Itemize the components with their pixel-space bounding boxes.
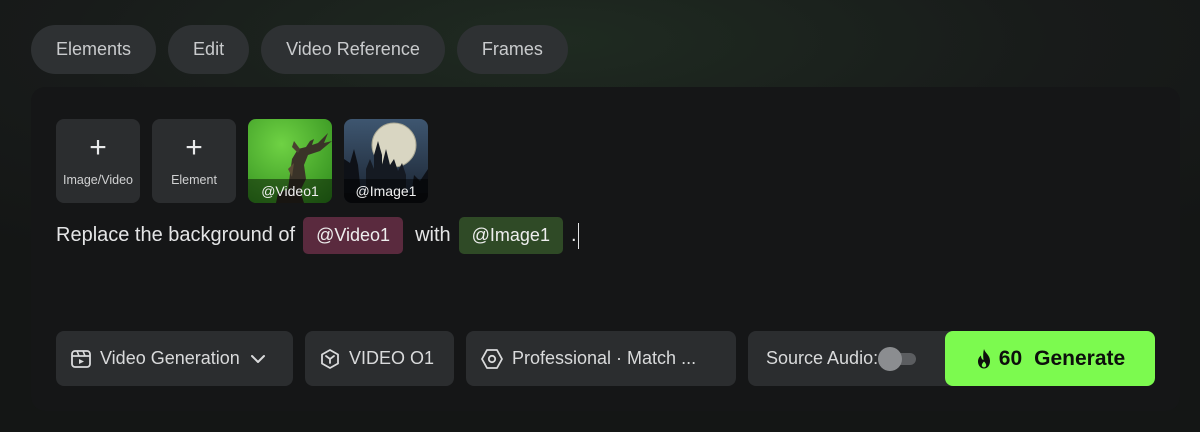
- add-image-video-button[interactable]: + Image/Video: [56, 119, 140, 203]
- prompt-input[interactable]: Replace the background of @Video1 with @…: [56, 217, 580, 254]
- tab-video-reference[interactable]: Video Reference: [261, 25, 445, 74]
- model-select[interactable]: VIDEO O1: [305, 331, 454, 386]
- tab-frames[interactable]: Frames: [456, 25, 568, 74]
- text-caret: [577, 222, 580, 249]
- hexagon-settings-icon: [480, 348, 504, 370]
- credit-cost: 60: [998, 346, 1023, 370]
- video-clip-icon: [70, 348, 92, 370]
- media-tag: @Video1: [248, 179, 332, 203]
- tab-edit[interactable]: Edit: [168, 25, 250, 74]
- video-reference-chip[interactable]: @Video1: [303, 217, 404, 254]
- source-audio-label: Source Audio:: [766, 348, 879, 368]
- plus-icon: +: [89, 131, 107, 164]
- add-element-label: Element: [171, 173, 217, 187]
- add-element-button[interactable]: + Element: [152, 119, 236, 203]
- prompt-text: .: [570, 224, 577, 246]
- generation-toolbar: Video Generation VIDEO O1 Professional ·…: [56, 331, 958, 386]
- quality-select-label: Professional · Match ...: [512, 348, 697, 368]
- tab-elements[interactable]: Elements: [31, 25, 157, 74]
- flame-icon: [975, 348, 993, 370]
- image-reference-chip[interactable]: @Image1: [458, 217, 563, 254]
- generate-label: Generate: [1034, 346, 1126, 370]
- plus-icon: +: [185, 131, 203, 164]
- source-audio-control: Source Audio:: [748, 331, 958, 386]
- mode-select-label: Video Generation: [100, 348, 240, 368]
- chevron-down-icon: [250, 354, 266, 364]
- video-thumbnail[interactable]: @Video1: [248, 119, 332, 203]
- mode-tabs: Elements Edit Video Reference Frames: [31, 25, 568, 74]
- prompt-text: Replace the background of: [56, 224, 296, 246]
- prompt-text: with: [415, 224, 451, 246]
- toggle-knob: [878, 346, 903, 371]
- mode-select[interactable]: Video Generation: [56, 331, 293, 386]
- source-audio-toggle[interactable]: [878, 346, 917, 371]
- quality-select[interactable]: Professional · Match ...: [466, 331, 736, 386]
- media-tag: @Image1: [344, 179, 428, 203]
- generate-button[interactable]: 60 Generate: [945, 331, 1155, 386]
- prompt-panel: + Image/Video + Element @Video1 @Image1 …: [31, 87, 1180, 411]
- reference-uploads: + Image/Video + Element @Video1 @Image1: [56, 119, 428, 203]
- add-image-video-label: Image/Video: [63, 173, 133, 187]
- model-select-label: VIDEO O1: [349, 348, 435, 368]
- cube-icon: [319, 348, 341, 370]
- image-thumbnail[interactable]: @Image1: [344, 119, 428, 203]
